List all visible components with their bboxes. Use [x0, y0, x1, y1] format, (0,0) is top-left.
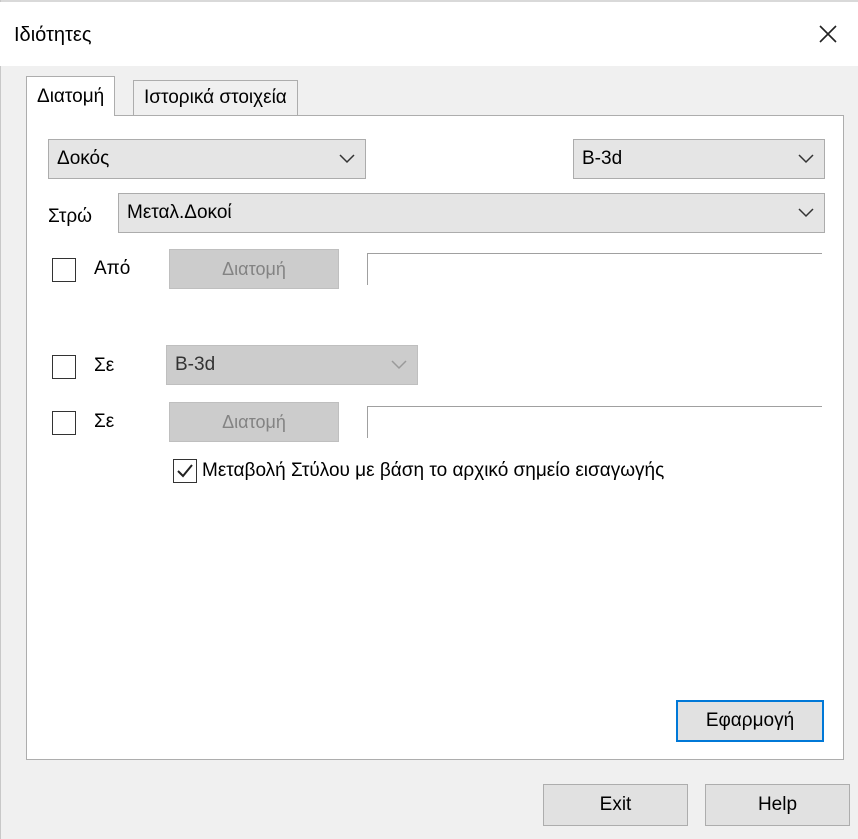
tab-history-label: Ιστορικά στοιχεία	[144, 87, 287, 108]
section-select-value: B-3d	[582, 148, 623, 169]
layer-select[interactable]: Μεταλ.Δοκοί	[118, 193, 825, 233]
from-checkbox[interactable]	[52, 258, 76, 282]
to-section-select-value: B-3d	[175, 354, 216, 375]
tab-section-label: Διατομή	[37, 85, 105, 107]
checkmark-icon	[177, 464, 193, 478]
to-section-field[interactable]	[367, 406, 822, 438]
tab-history[interactable]: Ιστορικά στοιχεία	[133, 80, 298, 116]
close-button[interactable]	[798, 2, 858, 66]
to-section-button[interactable]: Διατομή	[169, 402, 339, 442]
style-change-label: Μεταβολή Στύλου με βάση το αρχικό σημείο…	[202, 460, 665, 481]
from-section-button-label: Διατομή	[222, 258, 286, 279]
exit-button[interactable]: Exit	[543, 784, 688, 826]
section-select[interactable]: B-3d	[573, 139, 825, 179]
style-change-checkbox[interactable]	[173, 459, 197, 483]
chevron-down-icon	[391, 360, 407, 370]
apply-button-label: Εφαρμογή	[705, 710, 795, 731]
chevron-down-icon	[339, 154, 355, 164]
from-section-field[interactable]	[367, 253, 822, 285]
from-section-button[interactable]: Διατομή	[169, 249, 339, 289]
from-label: Από	[94, 258, 131, 279]
to-section-button-label: Διατομή	[222, 411, 286, 432]
help-button-label: Help	[757, 794, 798, 815]
type-select[interactable]: Δοκός	[48, 139, 366, 179]
type-select-value: Δοκός	[57, 148, 110, 169]
close-icon	[819, 25, 837, 43]
exit-button-label: Exit	[599, 794, 632, 815]
chevron-down-icon	[798, 208, 814, 218]
to-combo-label: Σε	[94, 355, 115, 376]
window-left-edge	[0, 0, 1, 839]
window-title: Ιδιότητες	[14, 24, 92, 46]
title-bar: Ιδιότητες	[0, 2, 858, 66]
to-section-select[interactable]: B-3d	[166, 345, 418, 385]
apply-button[interactable]: Εφαρμογή	[676, 700, 824, 742]
help-button[interactable]: Help	[705, 784, 850, 826]
tab-section[interactable]: Διατομή	[26, 76, 116, 116]
layer-select-value: Μεταλ.Δοκοί	[127, 202, 232, 223]
to-section-checkbox[interactable]	[52, 411, 76, 435]
to-combo-checkbox[interactable]	[52, 355, 76, 379]
layer-label: Στρώ	[48, 206, 92, 227]
to-section-label: Σε	[94, 411, 115, 432]
chevron-down-icon	[798, 154, 814, 164]
